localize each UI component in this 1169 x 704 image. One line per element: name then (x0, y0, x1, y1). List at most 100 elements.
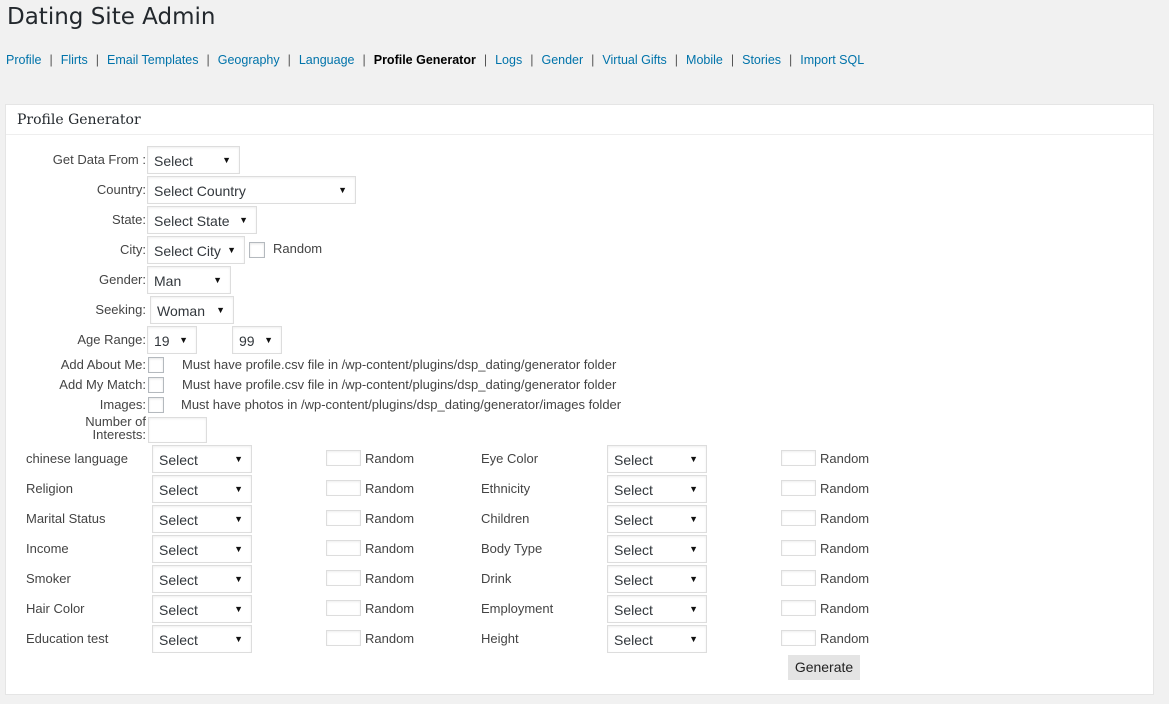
state-select[interactable]: Select State ▼ (147, 206, 257, 234)
nav-separator: | (730, 53, 735, 67)
interests-input[interactable] (148, 417, 207, 443)
attr-label-eye-color: Eye Color (481, 451, 539, 466)
seeking-select[interactable]: Woman ▼ (150, 296, 234, 324)
attr-random-label: Random (820, 541, 870, 556)
nav-stories[interactable]: Stories (742, 53, 781, 67)
attr-select-body-type[interactable]: Select ▼ (607, 535, 707, 563)
country-label: Country: (96, 182, 146, 197)
attr-random-label: Random (365, 571, 415, 586)
nav-import-sql[interactable]: Import SQL (800, 53, 864, 67)
my-match-checkbox[interactable] (148, 377, 164, 393)
seeking-label: Seeking: (95, 302, 146, 317)
attr-random-input-children[interactable] (781, 510, 816, 526)
about-me-checkbox[interactable] (148, 357, 164, 373)
generate-button[interactable]: Generate (788, 655, 860, 680)
state-label: State: (112, 212, 146, 227)
panel-title: Profile Generator (6, 105, 1153, 135)
attr-random-input-eye-color[interactable] (781, 450, 816, 466)
nav-virtual-gifts[interactable]: Virtual Gifts (602, 53, 666, 67)
attr-select-employment[interactable]: Select ▼ (607, 595, 707, 623)
nav-mobile[interactable]: Mobile (686, 53, 723, 67)
country-select[interactable]: Select Country ▼ (147, 176, 356, 204)
age-from-select[interactable]: 19 ▼ (147, 326, 197, 354)
gender-select[interactable]: Man ▼ (147, 266, 231, 294)
attr-select-value: Select (159, 632, 198, 648)
attr-random-input-education-test[interactable] (326, 630, 361, 646)
caret-down-icon: ▼ (179, 335, 188, 345)
images-label: Images: (99, 397, 146, 412)
attr-select-children[interactable]: Select ▼ (607, 505, 707, 533)
my-match-note: Must have profile.csv file in /wp-conten… (182, 377, 617, 392)
nav-separator: | (49, 53, 53, 67)
nav-language[interactable]: Language (299, 53, 355, 67)
caret-down-icon: ▼ (689, 604, 698, 614)
attr-label-hair-color: Hair Color (26, 601, 85, 616)
attr-select-value: Select (614, 602, 653, 618)
nav-separator: | (362, 53, 366, 67)
city-random-checkbox[interactable] (249, 242, 265, 258)
nav-geography[interactable]: Geography (218, 53, 280, 67)
nav-logs[interactable]: Logs (495, 53, 522, 67)
admin-nav: Profile | Flirts | Email Templates | Geography… (6, 53, 864, 67)
attr-random-label: Random (365, 631, 415, 646)
city-label: City: (120, 242, 146, 257)
attr-label-chinese-language: chinese language (26, 451, 128, 466)
nav-email-templates[interactable]: Email Templates (107, 53, 198, 67)
caret-down-icon: ▼ (689, 544, 698, 554)
nav-flirts[interactable]: Flirts (61, 53, 88, 67)
attr-label-drink: Drink (481, 571, 512, 586)
attr-random-input-drink[interactable] (781, 570, 816, 586)
attr-select-value: Select (614, 512, 653, 528)
caret-down-icon: ▼ (234, 544, 243, 554)
attr-label-marital-status: Marital Status (26, 511, 106, 526)
attr-random-input-religion[interactable] (326, 480, 361, 496)
get-data-from-select[interactable]: Select ▼ (147, 146, 240, 174)
attr-select-height[interactable]: Select ▼ (607, 625, 707, 653)
attr-label-employment: Employment (481, 601, 554, 616)
attr-select-marital-status[interactable]: Select ▼ (152, 505, 252, 533)
attr-select-smoker[interactable]: Select ▼ (152, 565, 252, 593)
attr-select-religion[interactable]: Select ▼ (152, 475, 252, 503)
nav-gender[interactable]: Gender (541, 53, 583, 67)
attr-random-input-height[interactable] (781, 630, 816, 646)
attr-random-input-smoker[interactable] (326, 570, 361, 586)
caret-down-icon: ▼ (234, 484, 243, 494)
attr-random-input-employment[interactable] (781, 600, 816, 616)
age-to-select[interactable]: 99 ▼ (232, 326, 282, 354)
attr-select-drink[interactable]: Select ▼ (607, 565, 707, 593)
attr-label-children: Children (481, 511, 530, 526)
city-select[interactable]: Select City ▼ (147, 236, 245, 264)
attr-select-hair-color[interactable]: Select ▼ (152, 595, 252, 623)
caret-down-icon: ▼ (234, 454, 243, 464)
get-data-from-label: Get Data From : (52, 152, 146, 167)
nav-profile[interactable]: Profile (6, 53, 41, 67)
caret-down-icon: ▼ (222, 155, 231, 165)
nav-separator: | (674, 53, 679, 67)
nav-profile-generator[interactable]: Profile Generator (374, 53, 476, 67)
attr-random-input-income[interactable] (326, 540, 361, 556)
attr-select-ethnicity[interactable]: Select ▼ (607, 475, 707, 503)
attr-random-label: Random (365, 541, 415, 556)
nav-separator: | (287, 53, 291, 67)
attr-random-input-chinese-language[interactable] (326, 450, 361, 466)
attr-select-value: Select (614, 632, 653, 648)
caret-down-icon: ▼ (689, 454, 698, 464)
attr-select-chinese-language[interactable]: Select ▼ (152, 445, 252, 473)
attr-random-input-body-type[interactable] (781, 540, 816, 556)
attr-select-education-test[interactable]: Select ▼ (152, 625, 252, 653)
images-note: Must have photos in /wp-content/plugins/… (181, 397, 622, 412)
attr-random-input-ethnicity[interactable] (781, 480, 816, 496)
attr-random-label: Random (365, 481, 415, 496)
attr-random-label: Random (820, 571, 870, 586)
images-checkbox[interactable] (148, 397, 164, 413)
attr-random-input-hair-color[interactable] (326, 600, 361, 616)
attr-select-eye-color[interactable]: Select ▼ (607, 445, 707, 473)
attr-select-income[interactable]: Select ▼ (152, 535, 252, 563)
page-title: Dating Site Admin (7, 4, 216, 30)
attr-random-label: Random (820, 511, 870, 526)
attr-random-input-marital-status[interactable] (326, 510, 361, 526)
caret-down-icon: ▼ (689, 514, 698, 524)
nav-separator: | (591, 53, 595, 67)
caret-down-icon: ▼ (689, 484, 698, 494)
attr-label-education-test: Education test (26, 631, 109, 646)
